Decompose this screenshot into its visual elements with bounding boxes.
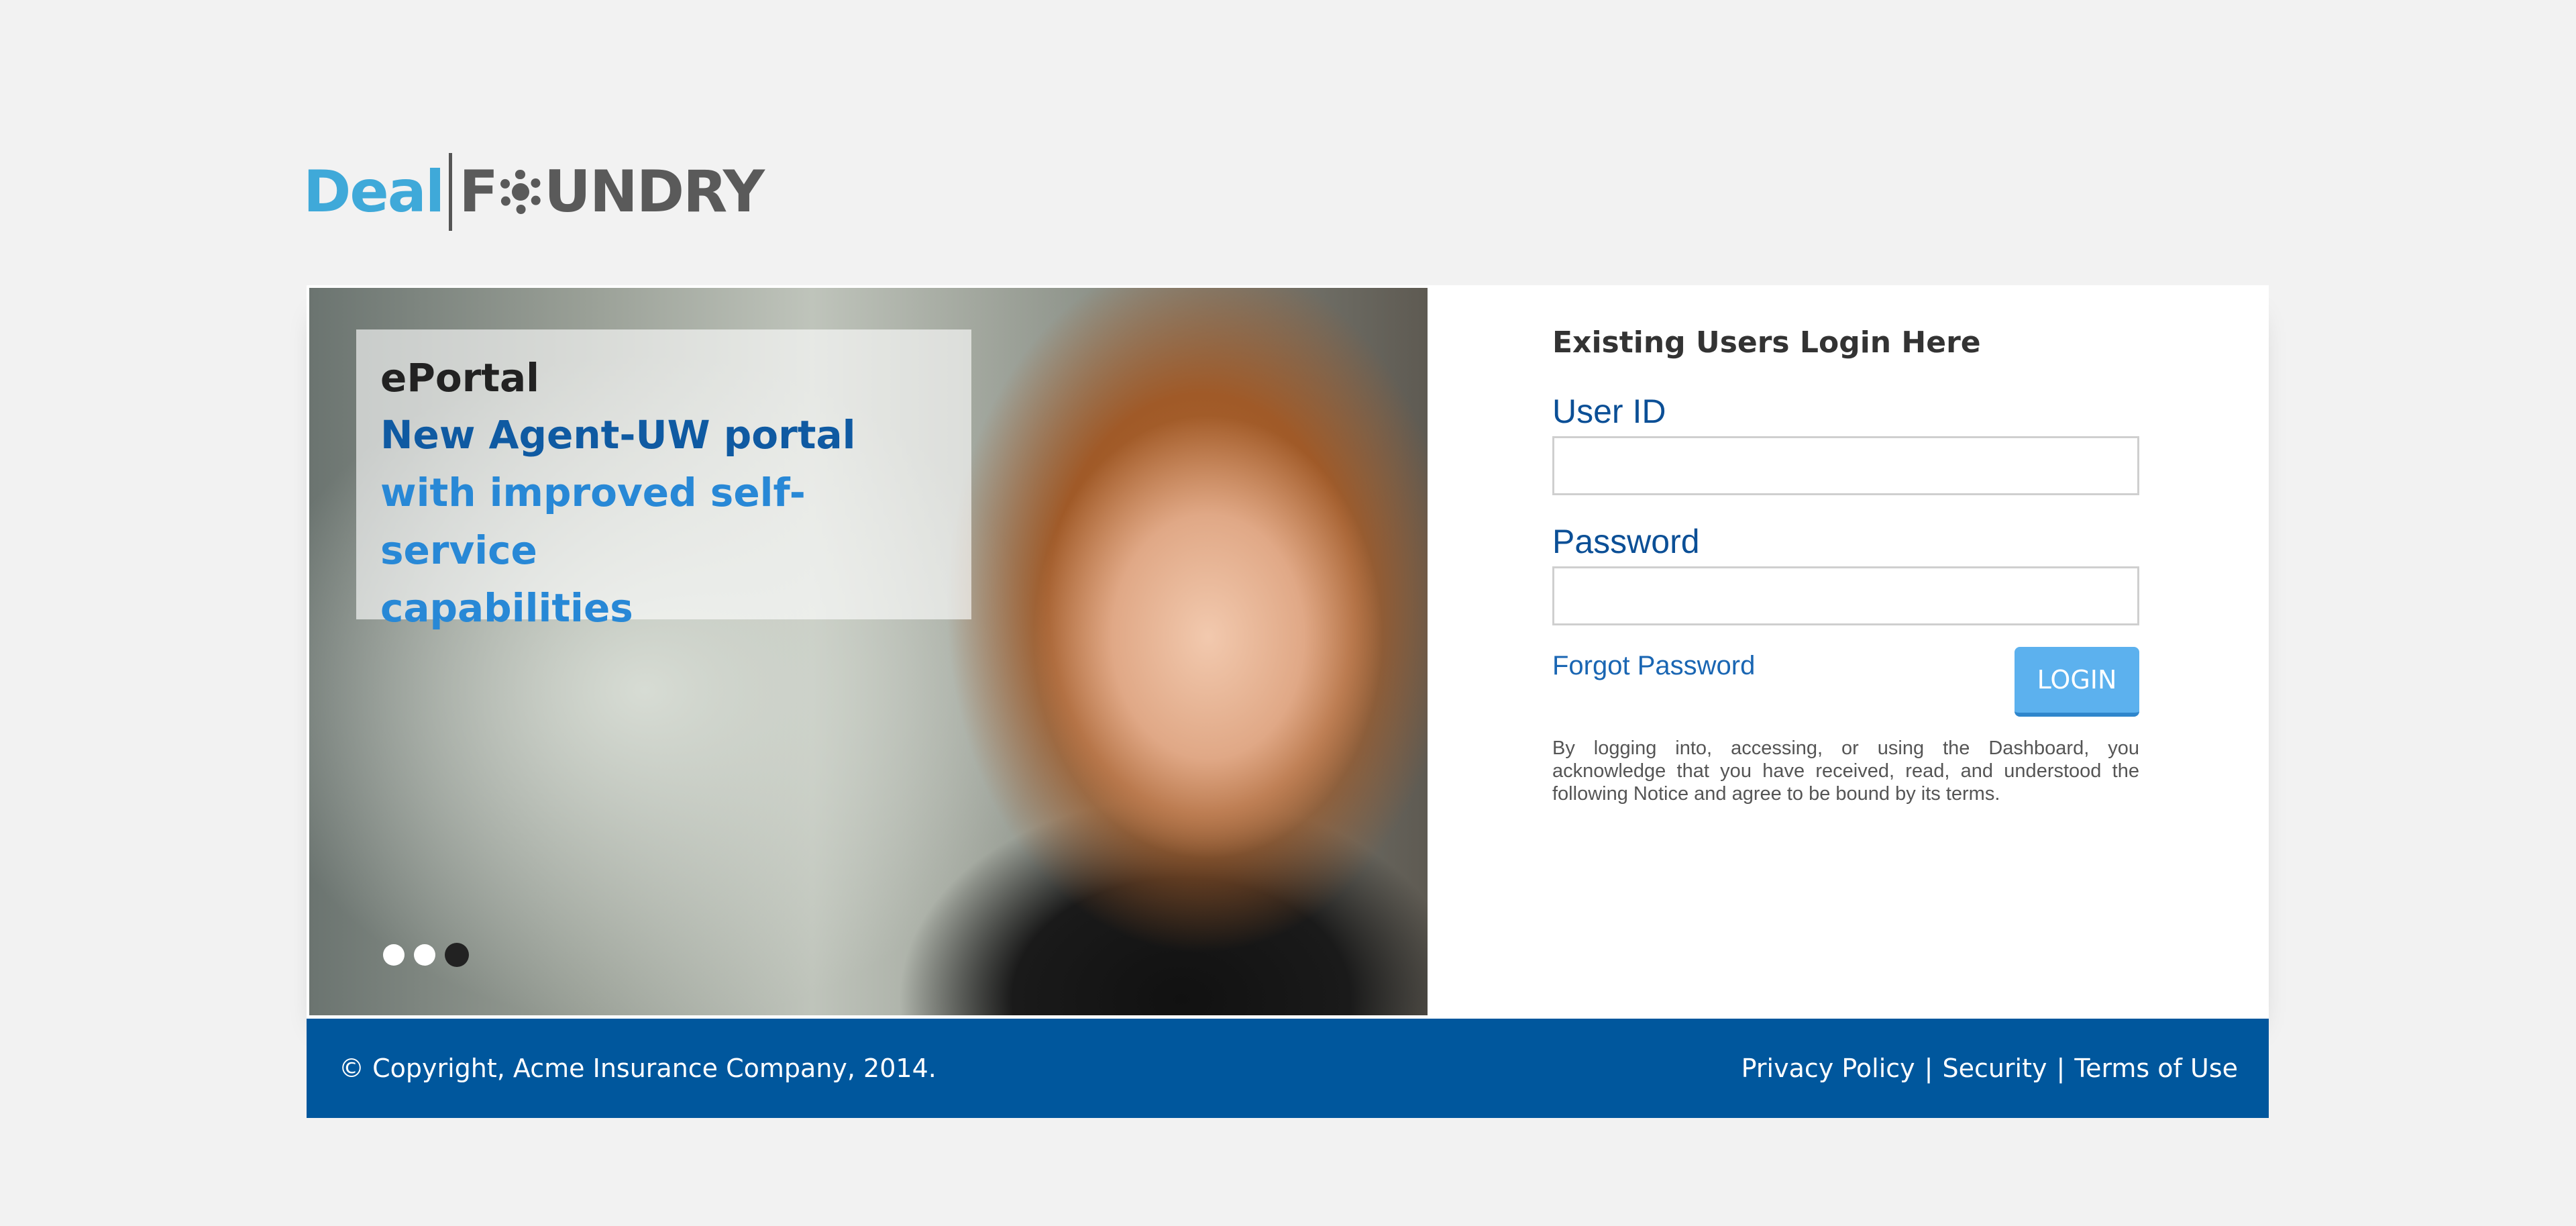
carousel-indicators: [383, 943, 469, 967]
login-card: ePortal New Agent-UW portal with improve…: [307, 285, 2269, 1118]
logo-text-undry: UNDRY: [543, 158, 765, 225]
password-input[interactable]: [1552, 566, 2139, 625]
deal-foundry-logo: Deal F UNDRY: [303, 152, 765, 232]
footer-separator: |: [2056, 1054, 2065, 1083]
password-label: Password: [1552, 523, 1700, 560]
user-id-input[interactable]: [1552, 436, 2139, 495]
hero-subtitle-line3: capabilities: [380, 585, 633, 631]
forgot-password-link[interactable]: Forgot Password: [1552, 651, 1755, 681]
copyright-text: © Copyright, Acme Insurance Company, 201…: [339, 1054, 936, 1083]
logo-text-deal: Deal: [303, 158, 445, 225]
hero-subtitle-line2: with improved self-service: [380, 470, 806, 573]
gear-icon: [498, 170, 543, 214]
carousel-dot-3[interactable]: [445, 943, 469, 967]
carousel-dot-2[interactable]: [414, 944, 435, 966]
hero-subtitle-line1: New Agent-UW portal: [380, 412, 856, 458]
privacy-policy-link[interactable]: Privacy Policy: [1741, 1054, 1915, 1083]
login-button[interactable]: LOGIN: [2015, 647, 2139, 717]
logo-divider: [449, 153, 453, 231]
login-actions: Forgot Password LOGIN: [1552, 647, 2139, 725]
footer-links: Privacy Policy | Security | Terms of Use: [1741, 1054, 2238, 1083]
hero-subtitle: New Agent-UW portal with improved self-s…: [380, 406, 947, 637]
login-form: Existing Users Login Here User ID Passwo…: [1552, 325, 2139, 805]
logo-text-foundry: F UNDRY: [459, 158, 765, 225]
footer: © Copyright, Acme Insurance Company, 201…: [307, 1019, 2269, 1118]
footer-separator: |: [1924, 1054, 1933, 1083]
terms-of-use-link[interactable]: Terms of Use: [2074, 1054, 2238, 1083]
logo-text-f: F: [459, 158, 498, 225]
hero-carousel: ePortal New Agent-UW portal with improve…: [309, 288, 1428, 1015]
hero-title: ePortal: [380, 355, 540, 401]
security-link[interactable]: Security: [1942, 1054, 2047, 1083]
carousel-dot-1[interactable]: [383, 944, 405, 966]
user-id-label: User ID: [1552, 393, 1666, 430]
hero-caption: ePortal New Agent-UW portal with improve…: [356, 329, 971, 631]
legal-notice: By logging into, accessing, or using the…: [1552, 737, 2139, 805]
login-heading: Existing Users Login Here: [1552, 325, 1981, 360]
